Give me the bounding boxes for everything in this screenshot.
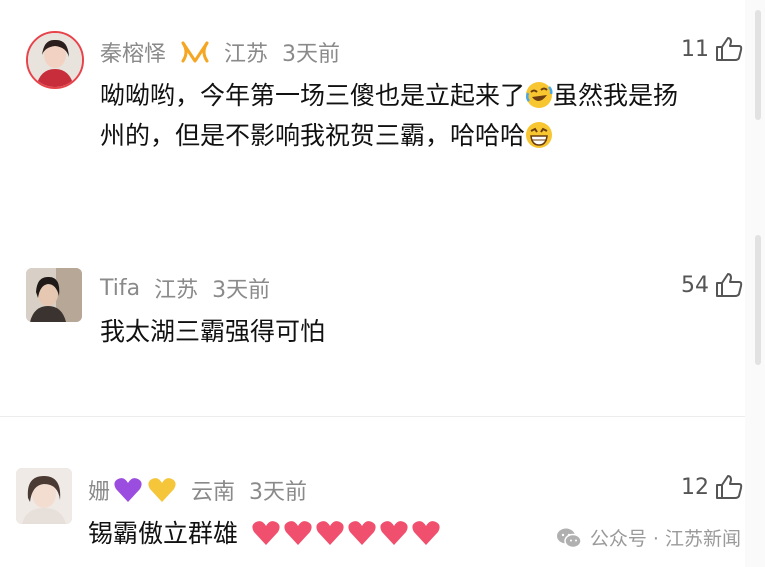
like-count: 12 bbox=[681, 474, 709, 500]
avatar-image bbox=[28, 33, 82, 87]
heart-icon bbox=[284, 521, 312, 545]
comment-meta: 秦榕怿 江苏 3天前 bbox=[100, 36, 340, 68]
avatar[interactable] bbox=[26, 31, 84, 89]
heart-icon bbox=[412, 521, 440, 545]
username[interactable]: 姗 bbox=[88, 474, 110, 506]
avatar-image bbox=[16, 468, 72, 524]
like-button[interactable]: 12 bbox=[681, 474, 743, 500]
vip-badge-icon bbox=[181, 41, 209, 63]
username[interactable]: 秦榕怿 bbox=[100, 36, 166, 68]
thumbs-up-icon bbox=[716, 37, 743, 61]
comment-meta: Tifa 江苏 3天前 bbox=[100, 272, 270, 304]
purple-heart-icon bbox=[114, 478, 142, 502]
heart-icon bbox=[380, 521, 408, 545]
location: 云南 bbox=[191, 480, 236, 505]
like-button[interactable]: 54 bbox=[681, 272, 743, 298]
yellow-heart-icon bbox=[148, 478, 176, 502]
avatar[interactable] bbox=[26, 268, 82, 322]
scroll-thumb-lower[interactable] bbox=[755, 235, 761, 365]
avatar[interactable] bbox=[16, 468, 72, 524]
like-button[interactable]: 11 bbox=[681, 36, 743, 62]
like-count: 11 bbox=[681, 36, 709, 62]
comment-text-line1b: 虽然我是扬 bbox=[553, 81, 679, 110]
watermark-label: 公众号 · 江苏新闻 bbox=[589, 528, 741, 550]
timestamp: 3天前 bbox=[249, 480, 308, 505]
thumbs-up-icon bbox=[716, 475, 743, 499]
thumbs-up-icon bbox=[716, 273, 743, 297]
comment-text-line2: 州的，但是不影响我祝贺三霸，哈哈哈 bbox=[100, 121, 526, 150]
wechat-icon bbox=[556, 528, 582, 548]
timestamp: 3天前 bbox=[282, 42, 341, 67]
username[interactable]: Tifa bbox=[100, 276, 140, 301]
comment-text: 呦呦哟，今年第一场三傻也是立起来了 虽然我是扬 bbox=[100, 76, 678, 116]
rolling-laughing-emoji-icon bbox=[525, 82, 553, 108]
heart-emoji-row bbox=[242, 519, 442, 548]
timestamp: 3天前 bbox=[212, 278, 271, 303]
avatar-image bbox=[26, 268, 82, 322]
like-count: 54 bbox=[681, 272, 709, 298]
heart-icon bbox=[252, 521, 280, 545]
heart-icon bbox=[348, 521, 376, 545]
grinning-emoji-icon bbox=[526, 122, 553, 148]
scrollbar[interactable] bbox=[745, 0, 765, 567]
watermark: 公众号 · 江苏新闻 bbox=[556, 524, 741, 551]
scroll-thumb[interactable] bbox=[755, 10, 761, 120]
heart-icon bbox=[316, 521, 344, 545]
comment-text-row: 锡霸傲立群雄 bbox=[88, 514, 442, 554]
comment-text-line2-row: 州的，但是不影响我祝贺三霸，哈哈哈 bbox=[100, 116, 553, 156]
comment-meta: 姗 云南 3天前 bbox=[88, 474, 307, 506]
comment-text: 我太湖三霸强得可怕 bbox=[100, 317, 326, 346]
divider bbox=[0, 416, 745, 417]
comment-text: 锡霸傲立群雄 bbox=[88, 519, 239, 548]
location: 江苏 bbox=[224, 42, 269, 67]
comment-text-line1: 呦呦哟，今年第一场三傻也是立起来了 bbox=[100, 81, 526, 110]
location: 江苏 bbox=[154, 278, 199, 303]
